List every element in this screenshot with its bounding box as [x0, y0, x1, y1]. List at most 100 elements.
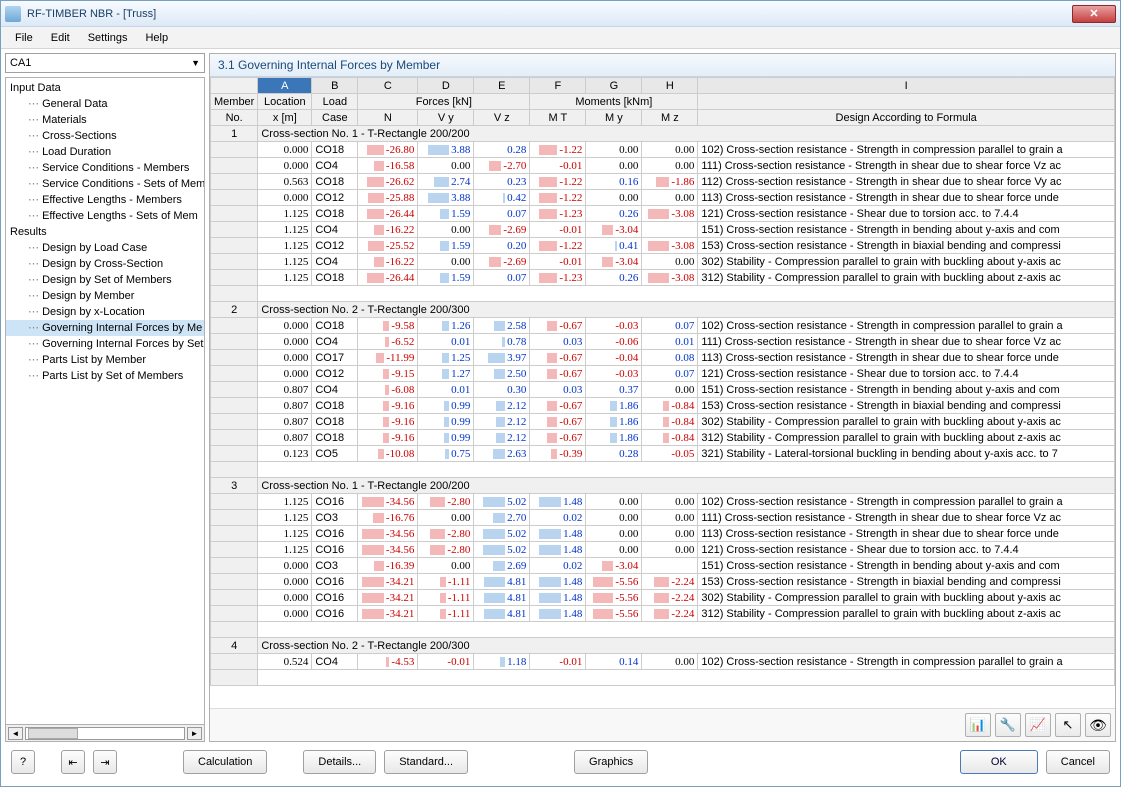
cell[interactable]: CO16 [312, 494, 358, 510]
tree-item[interactable]: Effective Lengths - Sets of Mem [6, 208, 204, 224]
cell[interactable]: 0.00 [642, 542, 698, 558]
cell[interactable] [211, 510, 258, 526]
cell[interactable]: -34.56 [358, 494, 418, 510]
cell[interactable] [642, 558, 698, 574]
cell[interactable]: -26.44 [358, 206, 418, 222]
calculation-button[interactable]: Calculation [183, 750, 267, 774]
cell[interactable] [211, 190, 258, 206]
cell[interactable]: 0.00 [642, 494, 698, 510]
cell[interactable]: 0.28 [586, 446, 642, 462]
cell[interactable]: 153) Cross-section resistance - Strength… [698, 574, 1115, 590]
cell[interactable]: -0.67 [530, 398, 586, 414]
cell[interactable]: -0.39 [530, 446, 586, 462]
tree-item[interactable]: Design by x-Location [6, 304, 204, 320]
cell[interactable]: 2.12 [474, 414, 530, 430]
col-header[interactable]: B [312, 78, 358, 94]
cell[interactable]: -0.67 [530, 350, 586, 366]
cell[interactable] [211, 606, 258, 622]
cell[interactable]: -3.04 [586, 254, 642, 270]
details-button[interactable]: Details... [303, 750, 376, 774]
cell[interactable]: CO18 [312, 414, 358, 430]
cell[interactable] [211, 238, 258, 254]
cell[interactable]: 0.00 [586, 542, 642, 558]
tree-item[interactable]: Effective Lengths - Members [6, 192, 204, 208]
scroll-track[interactable] [25, 727, 185, 740]
cell[interactable]: -0.01 [530, 158, 586, 174]
cell[interactable]: -1.23 [530, 206, 586, 222]
cell[interactable]: 0.000 [258, 142, 312, 158]
col-header[interactable]: F [530, 78, 586, 94]
cell[interactable] [211, 318, 258, 334]
cell[interactable]: 102) Cross-section resistance - Strength… [698, 318, 1115, 334]
cell[interactable]: 0.00 [586, 494, 642, 510]
cell[interactable]: -16.22 [358, 254, 418, 270]
cell[interactable]: -9.16 [358, 398, 418, 414]
results-grid[interactable]: ABCDEFGHIMemberLocationLoadForces [kN]Mo… [210, 77, 1115, 708]
cell[interactable]: 3.88 [418, 142, 474, 158]
cell[interactable] [211, 430, 258, 446]
cell[interactable]: 151) Cross-section resistance - Strength… [698, 382, 1115, 398]
col-header[interactable]: Load [312, 94, 358, 110]
cell[interactable]: -2.80 [418, 542, 474, 558]
tree-hscroll[interactable]: ◄ ► [5, 725, 205, 742]
cell[interactable]: -16.39 [358, 558, 418, 574]
cell[interactable]: 0.01 [418, 382, 474, 398]
cell[interactable]: 2.69 [474, 558, 530, 574]
cell[interactable]: CO4 [312, 654, 358, 670]
cell[interactable]: CO3 [312, 510, 358, 526]
tree-item[interactable]: Design by Member [6, 288, 204, 304]
cell[interactable]: CO18 [312, 398, 358, 414]
cell[interactable]: 0.14 [586, 654, 642, 670]
cell[interactable]: -0.06 [586, 334, 642, 350]
menu-file[interactable]: File [7, 30, 41, 46]
cell[interactable]: 113) Cross-section resistance - Strength… [698, 526, 1115, 542]
cell[interactable]: -0.01 [530, 654, 586, 670]
cell[interactable] [211, 158, 258, 174]
cell[interactable]: 0.000 [258, 334, 312, 350]
cell[interactable]: -10.08 [358, 446, 418, 462]
cell[interactable]: 1.59 [418, 270, 474, 286]
cell[interactable]: 0.00 [586, 510, 642, 526]
cell[interactable] [211, 590, 258, 606]
cell[interactable]: 0.00 [586, 526, 642, 542]
cell[interactable]: -2.69 [474, 254, 530, 270]
cell[interactable]: 1.27 [418, 366, 474, 382]
cell[interactable]: 312) Stability - Compression parallel to… [698, 606, 1115, 622]
cell[interactable] [211, 622, 258, 638]
cell[interactable]: 302) Stability - Compression parallel to… [698, 590, 1115, 606]
cell[interactable]: -0.67 [530, 414, 586, 430]
cell[interactable]: 1.125 [258, 270, 312, 286]
cell[interactable]: -6.52 [358, 334, 418, 350]
col-header[interactable]: Location [258, 94, 312, 110]
cell[interactable]: CO18 [312, 430, 358, 446]
cell[interactable]: 153) Cross-section resistance - Strength… [698, 398, 1115, 414]
cell[interactable]: -9.16 [358, 414, 418, 430]
tree-item[interactable]: Parts List by Set of Members [6, 368, 204, 384]
cell[interactable]: -9.16 [358, 430, 418, 446]
cell[interactable]: -3.08 [642, 206, 698, 222]
cell[interactable]: 3.88 [418, 190, 474, 206]
cell[interactable] [211, 334, 258, 350]
cell[interactable]: 1.86 [586, 414, 642, 430]
tree-item[interactable]: General Data [6, 96, 204, 112]
cell[interactable]: -26.62 [358, 174, 418, 190]
cell[interactable]: 0.00 [418, 254, 474, 270]
cell[interactable]: -1.22 [530, 238, 586, 254]
cell[interactable]: 1.86 [586, 430, 642, 446]
cell[interactable]: 0.07 [474, 206, 530, 222]
cell[interactable]: -2.80 [418, 526, 474, 542]
cell[interactable] [211, 398, 258, 414]
cell[interactable]: 0.123 [258, 446, 312, 462]
col-header[interactable]: D [418, 78, 474, 94]
cell[interactable]: 0.00 [586, 158, 642, 174]
cell[interactable]: -16.58 [358, 158, 418, 174]
cell[interactable]: -1.11 [418, 606, 474, 622]
col-header[interactable]: Member [211, 94, 258, 110]
cell[interactable]: -34.21 [358, 606, 418, 622]
col-header[interactable]: N [358, 110, 418, 126]
cell[interactable]: -0.01 [530, 222, 586, 238]
cell[interactable]: -0.01 [418, 654, 474, 670]
tree-item[interactable]: Materials [6, 112, 204, 128]
cell[interactable]: -3.04 [586, 222, 642, 238]
cell[interactable]: 4 [211, 638, 258, 654]
